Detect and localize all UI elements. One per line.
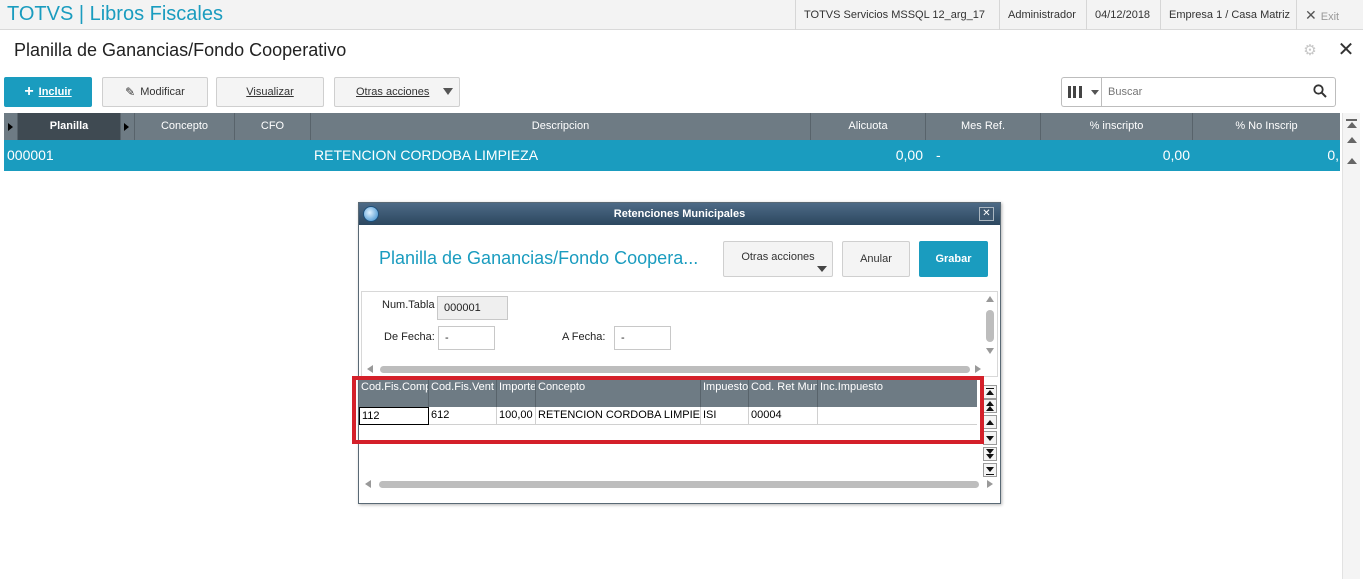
- column-header-pct-no-inscrip[interactable]: % No Inscrip: [1193, 113, 1340, 140]
- grid-horizontal-scrollbar[interactable]: [359, 477, 1000, 491]
- cancel-label: Anular: [860, 253, 892, 265]
- cell-concepto: [135, 140, 235, 171]
- modify-label: Modificar: [140, 86, 185, 98]
- exit-button[interactable]: ✕ Exit: [1296, 0, 1363, 30]
- cell-cfo: [235, 140, 311, 171]
- exit-label: Exit: [1320, 11, 1340, 23]
- pencil-icon: ✎: [125, 85, 136, 99]
- previous-record-icon[interactable]: [983, 415, 997, 429]
- last-record-icon[interactable]: [983, 463, 997, 477]
- company-label[interactable]: Empresa 1 / Casa Matriz: [1160, 0, 1298, 30]
- form-horizontal-scrollbar[interactable]: [362, 362, 998, 376]
- app-window: TOTVS | Libros Fiscales TOTVS Servicios …: [0, 0, 1363, 579]
- chevron-down-icon: [443, 88, 453, 95]
- search-icon[interactable]: [1313, 84, 1327, 98]
- user-label: Administrador: [999, 0, 1084, 30]
- scroll-up-icon[interactable]: [1347, 137, 1357, 143]
- de-fecha-label: De Fecha:: [384, 331, 435, 343]
- include-label: Incluir: [38, 86, 72, 98]
- scroll-thumb[interactable]: [379, 481, 979, 488]
- view-label: Visualizar: [246, 86, 294, 98]
- modify-button[interactable]: ✎ Modificar: [102, 77, 208, 107]
- search-input[interactable]: [1108, 86, 1298, 98]
- plus-icon: +: [24, 83, 34, 100]
- page-down-icon[interactable]: [983, 447, 997, 461]
- scroll-page-up-icon[interactable]: [1347, 158, 1357, 164]
- dialog-other-actions-label: Otras acciones: [741, 251, 815, 263]
- close-icon[interactable]: ✕: [979, 207, 994, 221]
- cell-mes-ref: -: [936, 147, 941, 163]
- date-label: 04/12/2018: [1086, 0, 1158, 30]
- cell-pct-inscripto: 0,00: [1162, 147, 1190, 163]
- row-marker-header: [4, 113, 18, 140]
- view-button[interactable]: Visualizar: [216, 77, 324, 107]
- highlight-box: [352, 376, 984, 444]
- next-record-icon[interactable]: [983, 431, 997, 445]
- column-header-pct-inscripto[interactable]: % inscripto: [1041, 113, 1193, 140]
- column-header-cfo[interactable]: CFO: [235, 113, 311, 140]
- column-header-mes-ref[interactable]: Mes Ref.: [926, 113, 1041, 140]
- column-header-alicuota[interactable]: Alicuota: [811, 113, 926, 140]
- chevron-down-icon: [1091, 90, 1099, 95]
- chevron-down-icon: [817, 266, 827, 272]
- de-fecha-field[interactable]: -: [438, 326, 495, 350]
- search-box: [1101, 77, 1336, 107]
- num-tabla-field[interactable]: 000001: [437, 296, 508, 320]
- cell-alicuota: 0,00: [895, 147, 923, 163]
- dialog-title: Retenciones Municipales: [613, 208, 746, 220]
- cancel-button[interactable]: Anular: [842, 241, 910, 277]
- cell-descripcion: RETENCION CORDOBA LIMPIEZA: [314, 147, 539, 163]
- cell-planilla: 000001: [7, 147, 54, 163]
- columns-button[interactable]: [1061, 77, 1101, 107]
- close-icon: ✕: [1305, 7, 1317, 23]
- cell-pct-no-inscrip: 0,: [1327, 147, 1339, 163]
- dialog-heading: Planilla de Ganancias/Fondo Coopera...: [379, 248, 699, 268]
- page-up-icon[interactable]: [983, 399, 997, 413]
- form-panel: Num.Tabla 000001 De Fecha: - A Fecha: -: [361, 291, 998, 377]
- app-title: TOTVS | Libros Fiscales: [7, 3, 223, 25]
- retenciones-dialog: Retenciones Municipales ✕ Planilla de Ga…: [358, 202, 1001, 504]
- vertical-scrollbar[interactable]: [1342, 113, 1360, 579]
- form-vertical-scrollbar[interactable]: [983, 292, 998, 362]
- scroll-thumb[interactable]: [986, 310, 994, 342]
- page-title: Planilla de Ganancias/Fondo Cooperativo: [14, 40, 347, 60]
- table-row[interactable]: 000001 RETENCION CORDOBA LIMPIEZA 0,00 -…: [4, 140, 1340, 171]
- grid-navigation: [983, 381, 997, 477]
- num-tabla-label: Num.Tabla: [382, 299, 435, 311]
- columns-icon: [1068, 86, 1082, 98]
- top-bar: TOTVS | Libros Fiscales TOTVS Servicios …: [0, 0, 1363, 30]
- dialog-titlebar[interactable]: Retenciones Municipales ✕: [359, 203, 1000, 225]
- other-actions-button[interactable]: Otras acciones: [334, 77, 460, 107]
- grid-header: Planilla Concepto CFO Descripcion Alicuo…: [4, 113, 1340, 140]
- save-label: Grabar: [935, 253, 972, 265]
- scroll-top-icon[interactable]: [1347, 122, 1357, 128]
- other-actions-label: Otras acciones: [356, 86, 430, 98]
- save-button[interactable]: Grabar: [919, 241, 988, 277]
- gear-icon[interactable]: ⚙: [1302, 43, 1318, 59]
- column-header-concepto[interactable]: Concepto: [135, 113, 235, 140]
- column-header-descripcion[interactable]: Descripcion: [311, 113, 811, 140]
- environment-label: TOTVS Servicios MSSQL 12_arg_17: [795, 0, 993, 30]
- include-button[interactable]: + Incluir: [4, 77, 92, 107]
- a-fecha-field[interactable]: -: [614, 326, 671, 350]
- dialog-other-actions-button[interactable]: Otras acciones: [723, 241, 833, 277]
- a-fecha-label: A Fecha:: [562, 331, 606, 343]
- close-icon[interactable]: ✕: [1337, 40, 1355, 60]
- first-record-icon[interactable]: [983, 385, 997, 399]
- sort-marker: [121, 113, 135, 140]
- column-header-planilla[interactable]: Planilla: [18, 113, 121, 140]
- scroll-thumb[interactable]: [380, 366, 970, 373]
